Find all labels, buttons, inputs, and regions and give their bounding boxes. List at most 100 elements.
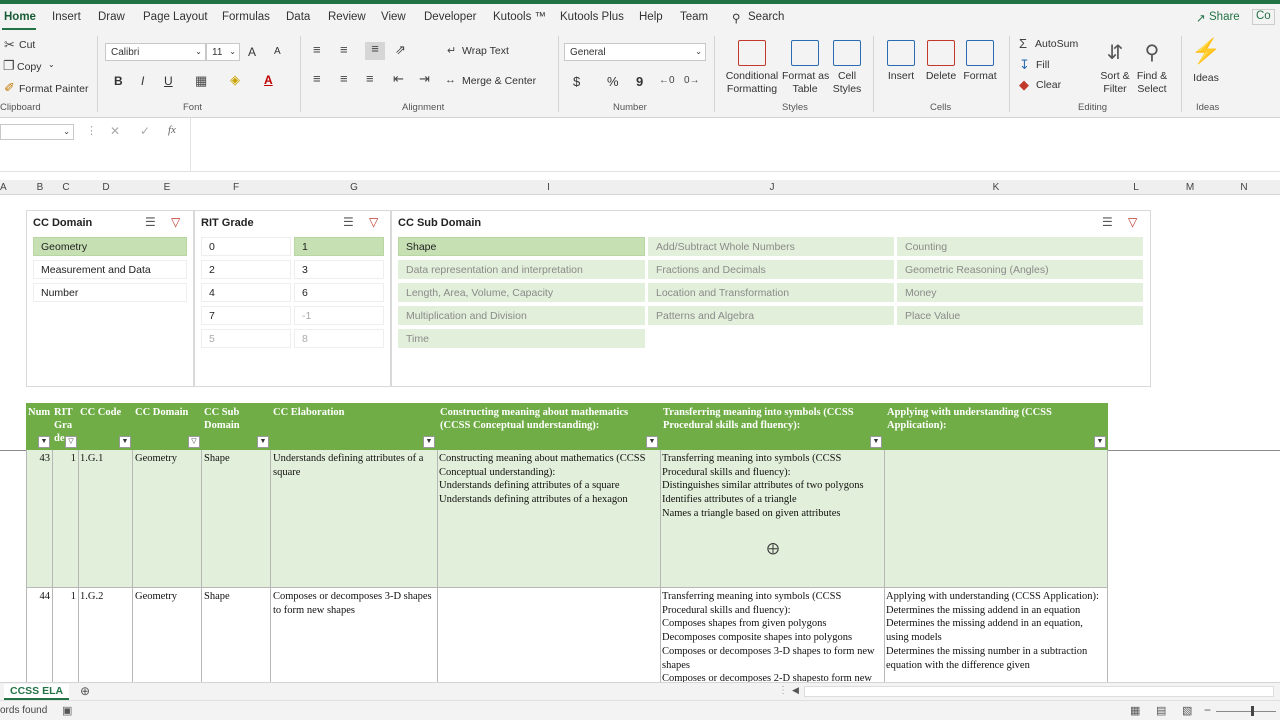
tab-home[interactable]: Home bbox=[4, 11, 36, 23]
macro-record-icon[interactable]: ▣ bbox=[62, 704, 72, 717]
scroll-left-icon[interactable]: ◀ bbox=[792, 685, 799, 696]
slicer-item[interactable]: Fractions and Decimals bbox=[648, 260, 894, 279]
copy-button[interactable]: Copy bbox=[17, 61, 42, 73]
col-header[interactable]: G bbox=[272, 182, 436, 193]
slicer-item[interactable]: 5 bbox=[201, 329, 291, 348]
page-layout-view-icon[interactable]: ▤ bbox=[1156, 704, 1166, 717]
col-header[interactable]: J bbox=[661, 182, 883, 193]
slicer-item[interactable]: Geometric Reasoning (Angles) bbox=[897, 260, 1143, 279]
insert-cells-button[interactable]: Insert bbox=[884, 40, 918, 83]
cell-num[interactable]: 44 bbox=[28, 590, 51, 604]
slicer-item[interactable]: Length, Area, Volume, Capacity bbox=[398, 283, 645, 302]
tab-kutools[interactable]: Kutools ™ bbox=[493, 11, 546, 23]
slicer-item[interactable]: Multiplication and Division bbox=[398, 306, 645, 325]
cell-code[interactable]: 1.G.1 bbox=[80, 452, 130, 466]
slicer-item[interactable]: 1 bbox=[294, 237, 384, 256]
slicer-item[interactable]: Counting bbox=[897, 237, 1143, 256]
horizontal-scrollbar[interactable] bbox=[804, 686, 1274, 697]
slicer-item[interactable]: 8 bbox=[294, 329, 384, 348]
filter-dropdown-icon[interactable]: ▼ bbox=[119, 436, 131, 448]
slicer-item[interactable]: Add/Subtract Whole Numbers bbox=[648, 237, 894, 256]
format-as-table-button[interactable]: Format as Table bbox=[782, 40, 829, 96]
slicer-item[interactable]: Number bbox=[33, 283, 187, 302]
slicer-item[interactable]: Location and Transformation bbox=[648, 283, 894, 302]
tab-help[interactable]: Help bbox=[639, 11, 663, 23]
filter-dropdown-icon[interactable]: ▼ bbox=[423, 436, 435, 448]
slicer-item[interactable]: 6 bbox=[294, 283, 384, 302]
slicer-item[interactable]: Data representation and interpretation bbox=[398, 260, 645, 279]
borders-icon[interactable]: ▦ bbox=[195, 74, 207, 88]
add-sheet-icon[interactable]: ⊕ bbox=[80, 684, 90, 698]
share-icon[interactable]: ↗ bbox=[1196, 11, 1206, 25]
currency-button[interactable]: $ bbox=[573, 74, 580, 89]
col-header[interactable]: A bbox=[0, 182, 7, 193]
zoom-slider-track[interactable] bbox=[1216, 711, 1276, 712]
page-break-view-icon[interactable]: ▧ bbox=[1182, 704, 1192, 717]
cell-applying[interactable]: Applying with understanding (CCSS Applic… bbox=[886, 590, 1106, 682]
slicer-item[interactable]: Time bbox=[398, 329, 645, 348]
cell-transferring[interactable]: Transferring meaning into symbols (CCSS … bbox=[662, 590, 882, 682]
tab-developer[interactable]: Developer bbox=[424, 11, 476, 23]
col-header[interactable]: M bbox=[1163, 182, 1217, 193]
tab-view[interactable]: View bbox=[381, 11, 406, 23]
multi-select-icon[interactable]: ☰ bbox=[1102, 215, 1113, 229]
multi-select-icon[interactable]: ☰ bbox=[145, 215, 156, 229]
zoom-out-icon[interactable]: − bbox=[1204, 703, 1211, 717]
filter-dropdown-icon[interactable]: ▼ bbox=[646, 436, 658, 448]
slicer-item[interactable]: 4 bbox=[201, 283, 291, 302]
slicer-item[interactable]: Measurement and Data bbox=[33, 260, 187, 279]
delete-cells-button[interactable]: Delete bbox=[924, 40, 958, 83]
orientation-icon[interactable]: ⇗ bbox=[395, 43, 406, 57]
filter-dropdown-icon[interactable]: ▼ bbox=[257, 436, 269, 448]
tab-draw[interactable]: Draw bbox=[98, 11, 125, 23]
cell-num[interactable]: 43 bbox=[28, 452, 51, 466]
tab-insert[interactable]: Insert bbox=[52, 11, 81, 23]
name-box[interactable]: ⌄ bbox=[0, 124, 74, 140]
normal-view-icon[interactable]: ▦ bbox=[1130, 704, 1140, 717]
col-header[interactable]: N bbox=[1217, 182, 1271, 193]
cell-elaboration[interactable]: Understands defining attributes of a squ… bbox=[273, 452, 435, 479]
tab-formulas[interactable]: Formulas bbox=[222, 11, 270, 23]
cancel-icon[interactable]: ✕ bbox=[110, 124, 120, 138]
fill-button[interactable]: Fill bbox=[1036, 59, 1049, 71]
decrease-decimal-icon[interactable]: 0→ bbox=[684, 74, 700, 88]
wrap-text-button[interactable]: Wrap Text bbox=[462, 45, 509, 57]
number-format-dropdown[interactable]: General ⌄ bbox=[564, 43, 706, 61]
autosum-button[interactable]: AutoSum bbox=[1035, 38, 1078, 50]
filter-dropdown-icon[interactable]: ▼ bbox=[870, 436, 882, 448]
slicer-item[interactable]: Money bbox=[897, 283, 1143, 302]
tab-kutools-plus[interactable]: Kutools Plus bbox=[560, 11, 624, 23]
clear-button[interactable]: Clear bbox=[1036, 79, 1061, 91]
slicer-item[interactable]: Geometry bbox=[33, 237, 187, 256]
col-header[interactable]: L bbox=[1109, 182, 1163, 193]
tab-data[interactable]: Data bbox=[286, 11, 310, 23]
tab-review[interactable]: Review bbox=[328, 11, 366, 23]
slicer-item[interactable]: 2 bbox=[201, 260, 291, 279]
cut-button[interactable]: Cut bbox=[19, 39, 35, 51]
align-middle-icon[interactable]: ≡ bbox=[340, 43, 348, 57]
tab-team[interactable]: Team bbox=[680, 11, 708, 23]
enter-icon[interactable]: ✓ bbox=[140, 124, 150, 138]
clear-filter-icon[interactable]: ▽ bbox=[1128, 215, 1137, 229]
tell-me-search[interactable]: Search bbox=[748, 11, 784, 23]
filter-dropdown-icon[interactable]: ▼ bbox=[1094, 436, 1106, 448]
filter-applied-icon[interactable]: ▽ bbox=[65, 436, 77, 448]
shrink-font-button[interactable]: A bbox=[274, 46, 281, 57]
cell-constructing[interactable]: Constructing meaning about mathematics (… bbox=[439, 452, 659, 507]
bold-button[interactable]: B bbox=[114, 74, 123, 88]
align-top-icon[interactable]: ≡ bbox=[313, 43, 321, 57]
formula-input[interactable] bbox=[192, 120, 1278, 170]
align-center-icon[interactable]: ≡ bbox=[340, 72, 348, 86]
col-header[interactable]: C bbox=[54, 182, 78, 193]
font-color-button[interactable]: A bbox=[264, 73, 273, 87]
increase-indent-icon[interactable]: ⇥ bbox=[419, 72, 430, 86]
increase-decimal-icon[interactable]: ←0 bbox=[659, 74, 675, 88]
merge-center-button[interactable]: Merge & Center bbox=[462, 75, 536, 87]
chevron-down-icon[interactable]: ⌄ bbox=[48, 60, 55, 69]
find-select-button[interactable]: ⚲ Find & Select bbox=[1134, 40, 1170, 96]
cell-rit[interactable]: 1 bbox=[54, 590, 76, 604]
filter-dropdown-icon[interactable]: ▼ bbox=[38, 436, 50, 448]
slicer-item[interactable]: Patterns and Algebra bbox=[648, 306, 894, 325]
cell-elaboration[interactable]: Composes or decomposes 3-D shapes to for… bbox=[273, 590, 435, 617]
italic-button[interactable]: I bbox=[141, 74, 144, 88]
